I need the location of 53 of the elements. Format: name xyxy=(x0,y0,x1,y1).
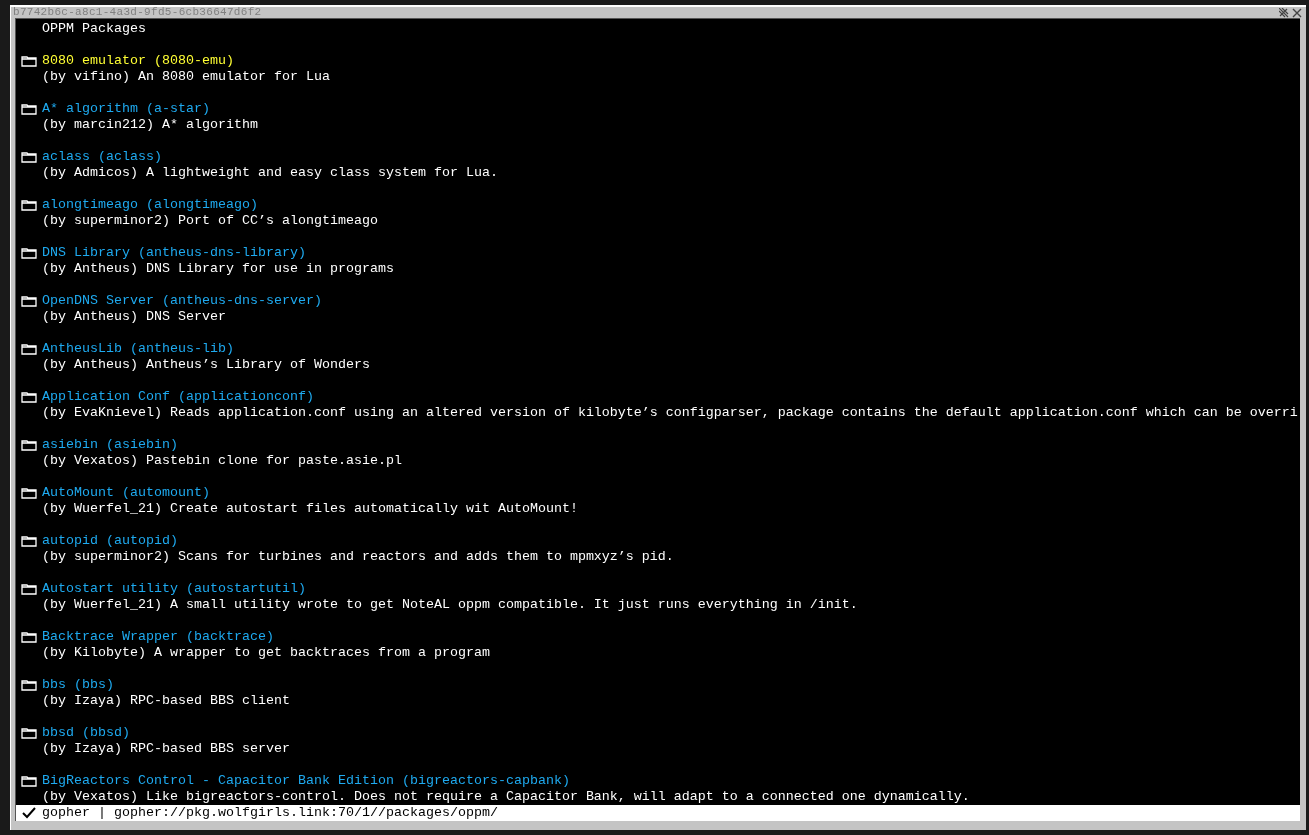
folder-icon xyxy=(21,439,37,451)
folder-icon xyxy=(21,247,37,259)
folder-icon xyxy=(21,583,37,595)
folder-icon xyxy=(21,631,37,643)
resize-icon[interactable] xyxy=(1279,7,1289,18)
package-description: (by Antheus) Antheus’s Library of Wonders xyxy=(42,357,370,373)
package-description: (by Vexatos) Like bigreactors-control. Does not require a Capacitor Bank, will adapt to a connected one dynamically. xyxy=(42,789,970,805)
folder-icon xyxy=(21,391,37,403)
folder-icon xyxy=(21,343,37,355)
package-link[interactable]: Backtrace Wrapper (backtrace) xyxy=(42,629,274,645)
package-description: (by Antheus) DNS Library for use in programs xyxy=(42,261,394,277)
package-link[interactable]: AntheusLib (antheus-lib) xyxy=(42,341,234,357)
package-link[interactable]: DNS Library (antheus-dns-library) xyxy=(42,245,306,261)
package-link[interactable]: 8080 emulator (8080-emu) xyxy=(42,53,234,69)
folder-icon xyxy=(21,679,37,691)
folder-icon xyxy=(21,535,37,547)
package-description: (by Wuerfel_21) Create autostart files automatically wit AutoMount! xyxy=(42,501,578,517)
folder-icon xyxy=(21,151,37,163)
folder-icon xyxy=(21,487,37,499)
close-icon[interactable] xyxy=(1292,7,1302,18)
status-text: gopher | gopher://pkg.wolfgirls.link:70/1//packages/oppm/ xyxy=(42,805,498,821)
folder-icon xyxy=(21,295,37,307)
package-link[interactable]: aclass (aclass) xyxy=(42,149,162,165)
package-link[interactable]: asiebin (asiebin) xyxy=(42,437,178,453)
package-description: (by Izaya) RPC-based BBS client xyxy=(42,693,290,709)
package-description: (by marcin212) A* algorithm xyxy=(42,117,258,133)
package-description: (by Antheus) DNS Server xyxy=(42,309,226,325)
package-link[interactable]: AutoMount (automount) xyxy=(42,485,210,501)
package-description: (by Wuerfel_21) A small utility wrote to get NoteAL oppm compatible. It just runs everything in /init. xyxy=(42,597,858,613)
package-description: (by EvaKnievel) Reads application.conf using an altered version of kilobyte’s configparser, package contains the default application.conf which can be overri xyxy=(42,405,1298,421)
window-title: b7742b6c-a8c1-4a3d-9fd5-6cb36647d6f2 xyxy=(13,7,262,18)
package-description: (by Kilobyte) A wrapper to get backtraces from a program xyxy=(42,645,490,661)
folder-icon xyxy=(21,727,37,739)
package-link[interactable]: autopid (autopid) xyxy=(42,533,178,549)
folder-icon xyxy=(21,775,37,787)
package-description: (by Vexatos) Pastebin clone for paste.asie.pl xyxy=(42,453,402,469)
package-description: (by Izaya) RPC-based BBS server xyxy=(42,741,290,757)
package-description: (by vifino) An 8080 emulator for Lua xyxy=(42,69,330,85)
package-link[interactable]: OpenDNS Server (antheus-dns-server) xyxy=(42,293,322,309)
package-link[interactable]: Autostart utility (autostartutil) xyxy=(42,581,306,597)
package-link[interactable]: Application Conf (applicationconf) xyxy=(42,389,314,405)
package-link[interactable]: BigReactors Control - Capacitor Bank Edition (bigreactors-capbank) xyxy=(42,773,570,789)
package-description: (by Admicos) A lightweight and easy class system for Lua. xyxy=(42,165,498,181)
package-link[interactable]: alongtimeago (alongtimeago) xyxy=(42,197,258,213)
folder-icon xyxy=(21,199,37,211)
package-link[interactable]: bbs (bbs) xyxy=(42,677,114,693)
page-heading: OPPM Packages xyxy=(42,21,146,37)
package-description: (by superminor2) Scans for turbines and reactors and adds them to mpmxyz’s pid. xyxy=(42,549,674,565)
package-description: (by superminor2) Port of CC’s alongtimeago xyxy=(42,213,378,229)
package-link[interactable]: bbsd (bbsd) xyxy=(42,725,130,741)
folder-icon xyxy=(21,103,37,115)
folder-icon xyxy=(21,55,37,67)
package-link[interactable]: A* algorithm (a-star) xyxy=(42,101,210,117)
